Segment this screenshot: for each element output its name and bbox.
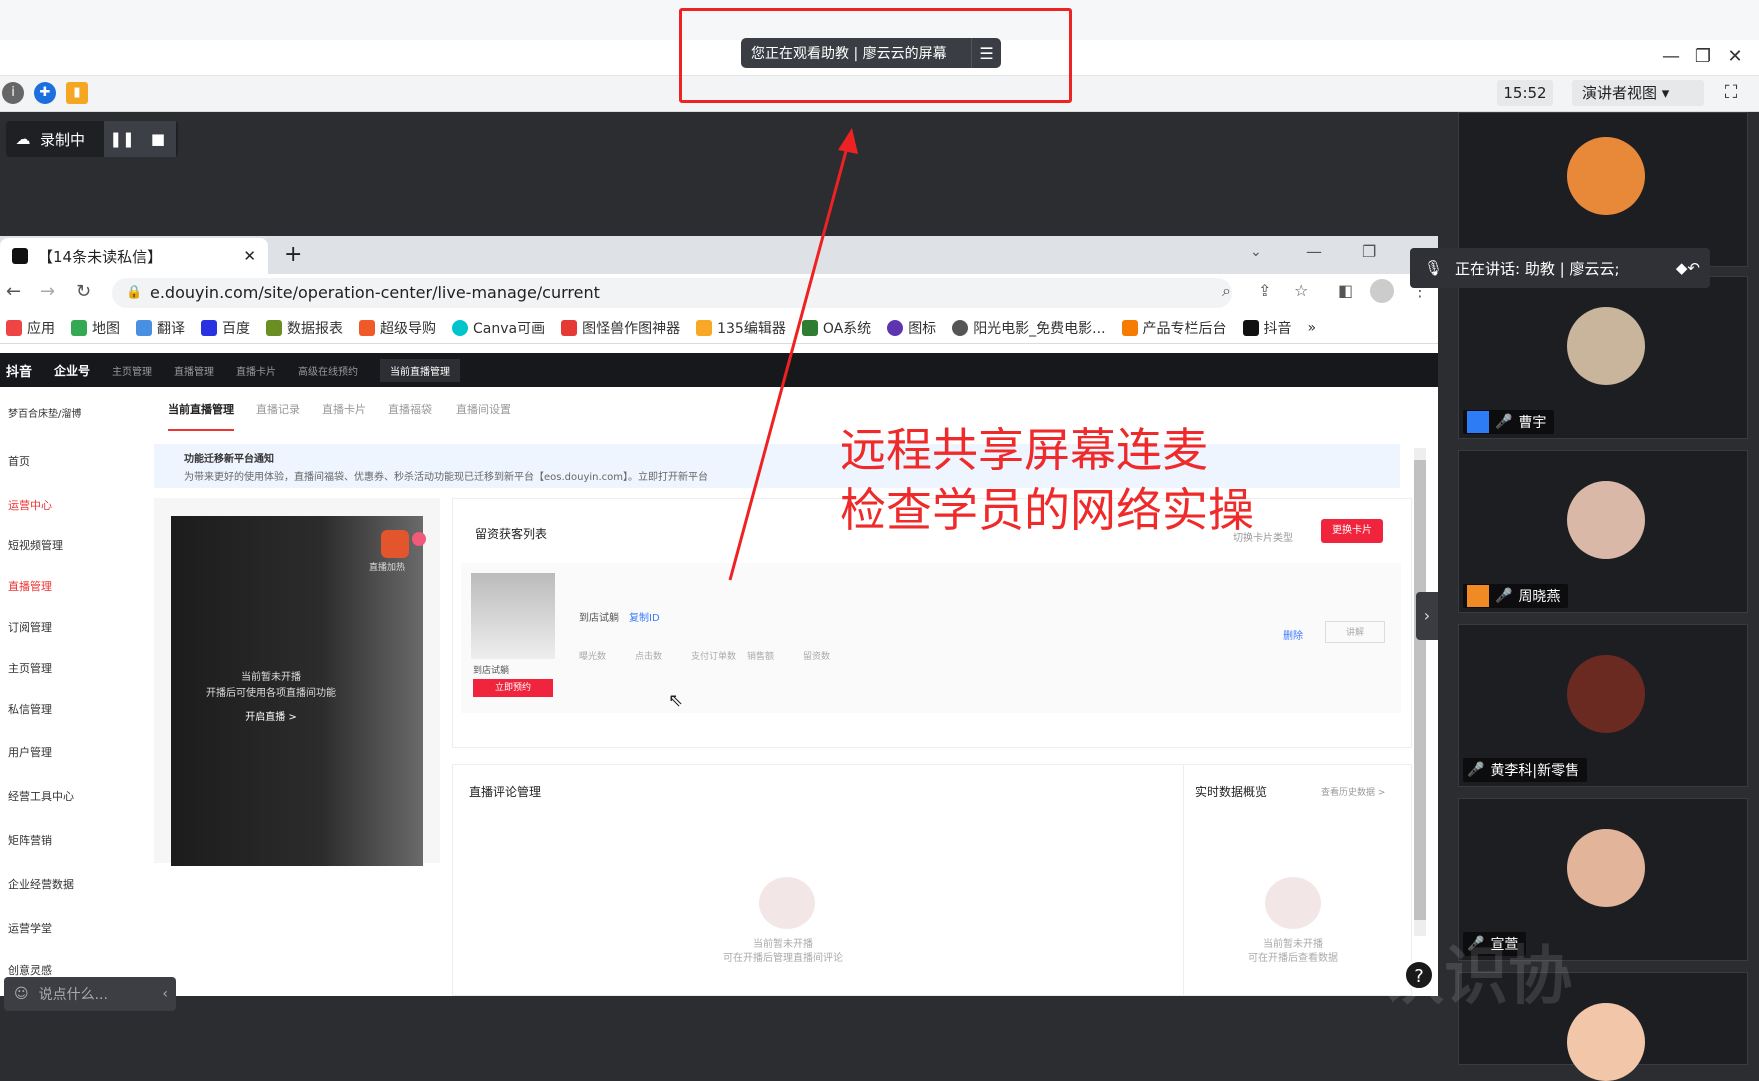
arrow-shaft — [728, 139, 851, 581]
annotation-line-2: 检查学员的网络实操 — [840, 483, 1254, 537]
emoji-icon[interactable]: ☺ — [14, 986, 29, 1002]
annotation-text: 远程共享屏幕连麦 检查学员的网络实操 — [840, 420, 1254, 540]
microphone-muted-icon: 🎤 — [1467, 762, 1485, 778]
user-icon — [1467, 411, 1489, 433]
participant-avatar — [1567, 829, 1645, 907]
annotation-line-1: 远程共享屏幕连麦 — [840, 423, 1208, 477]
participant-tile[interactable]: 🎤 周晓燕 — [1458, 450, 1748, 613]
participant-name-tag: 🎤 黄李科|新零售 — [1463, 758, 1588, 782]
participant-avatar — [1567, 655, 1645, 733]
chat-collapse-icon[interactable]: ‹ — [162, 986, 168, 1002]
participant-avatar — [1567, 1003, 1645, 1081]
participant-avatar — [1567, 481, 1645, 559]
arrow-head — [838, 128, 858, 154]
participant-name: 曹宇 — [1518, 415, 1547, 431]
speaker-wave-icon: ◆↶ — [1675, 259, 1700, 277]
chat-input[interactable]: ☺ 说点什么... ‹ — [4, 977, 176, 1011]
microphone-icon: 🎤 — [1495, 414, 1513, 430]
microphone-icon: 🎙 — [1424, 259, 1444, 277]
participant-name: 周晓燕 — [1518, 589, 1561, 605]
collapse-panel-icon[interactable]: › — [1416, 592, 1438, 640]
user-icon — [1467, 585, 1489, 607]
participant-tile[interactable]: 🎤 黄李科|新零售 — [1458, 624, 1748, 787]
participant-name-tag: 🎤 周晓燕 — [1463, 584, 1569, 608]
participant-name: 黄李科|新零售 — [1490, 763, 1580, 779]
participant-tile[interactable] — [1458, 112, 1748, 267]
participant-avatar — [1567, 307, 1645, 385]
participant-name-tag: 🎤 曹宇 — [1463, 410, 1555, 434]
participant-tile[interactable]: 🎤 曹宇 — [1458, 276, 1748, 439]
microphone-muted-icon: 🎤 — [1495, 588, 1513, 604]
help-icon[interactable]: ? — [1404, 960, 1434, 990]
participant-avatar — [1567, 137, 1645, 215]
chat-placeholder: 说点什么... — [38, 987, 108, 1003]
active-speaker-label: 正在讲话: 助教 | 廖云云; — [1455, 259, 1620, 278]
active-speaker-banner: 🎙 正在讲话: 助教 | 廖云云; ◆↶ — [1410, 248, 1710, 288]
